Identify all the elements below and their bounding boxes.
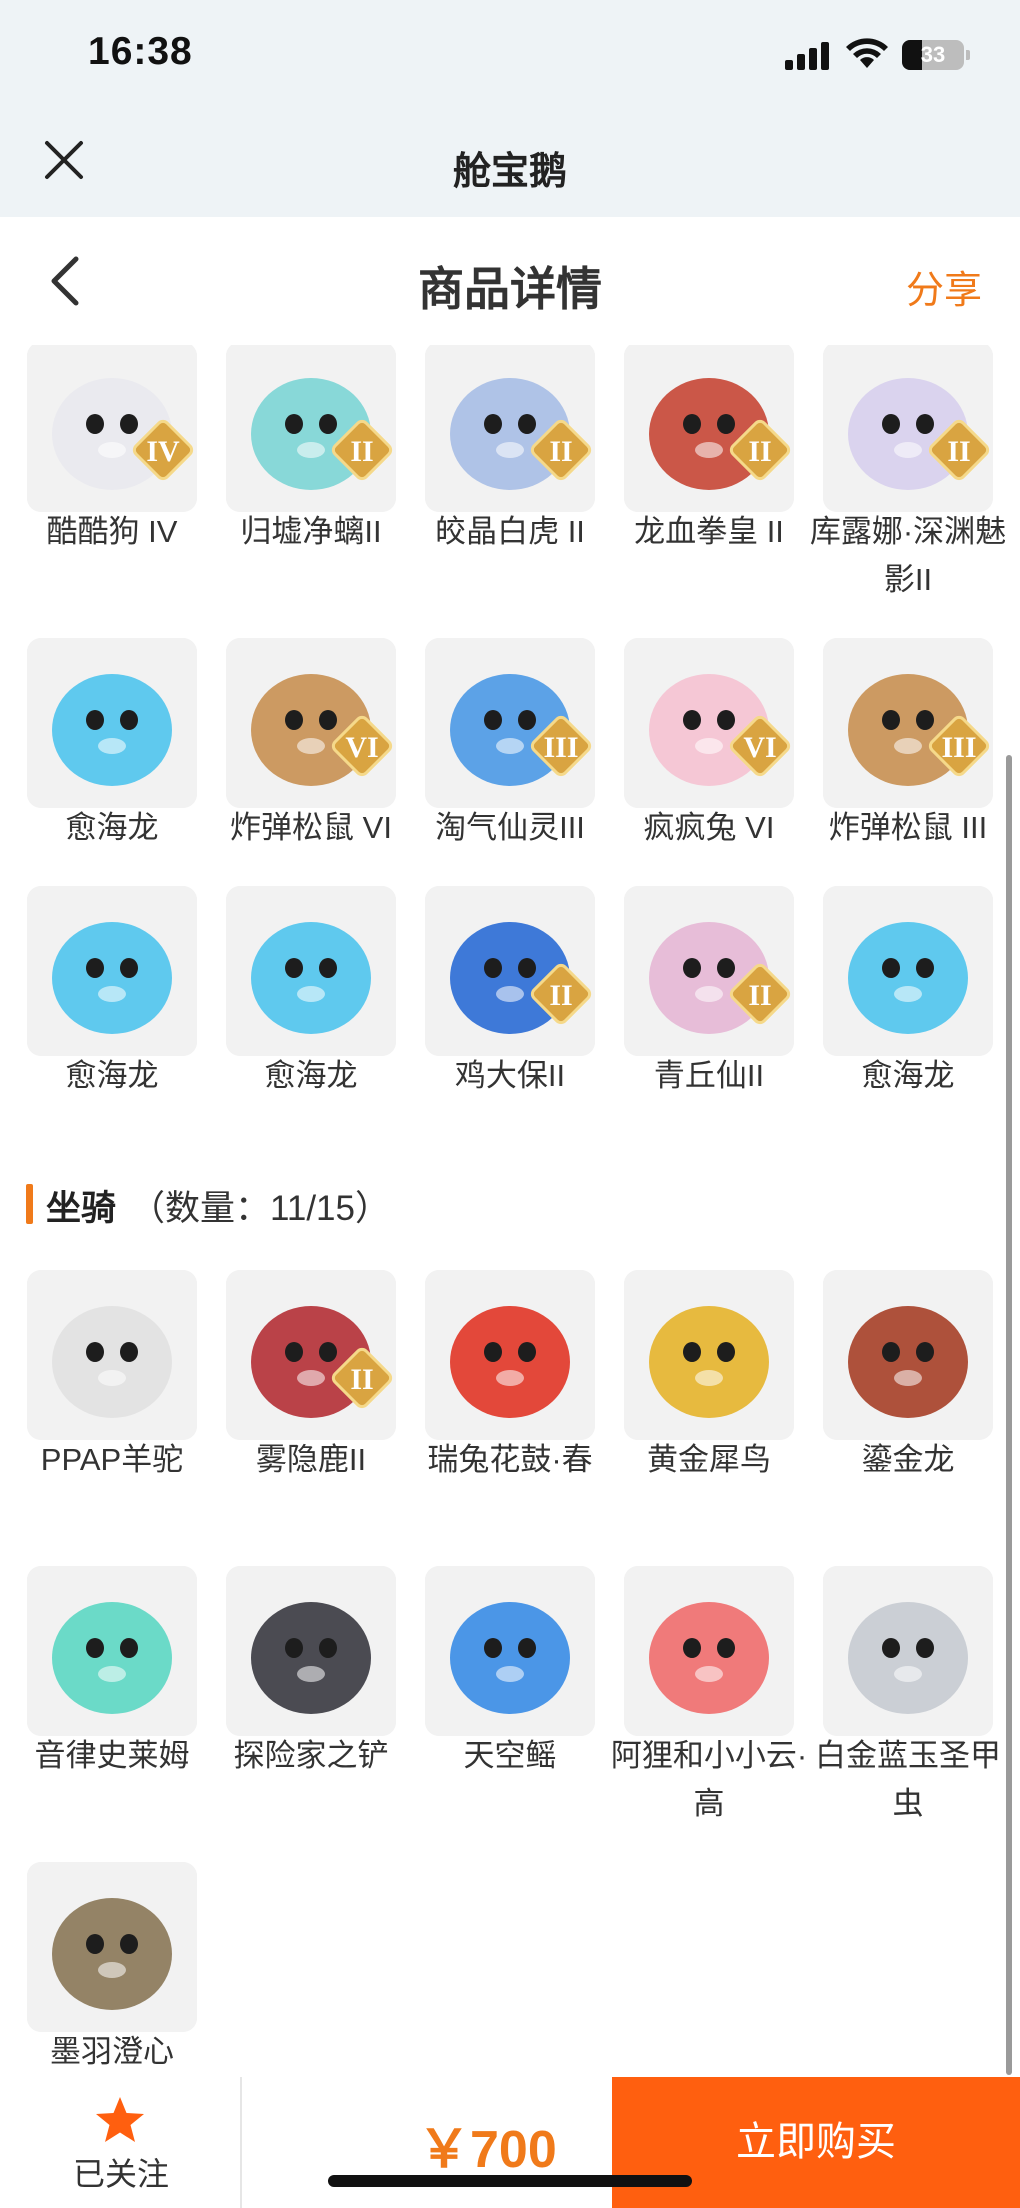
pet-item-name: 淘气仙灵III <box>435 810 585 845</box>
pet-item-name: 皎晶白虎 II <box>435 514 585 549</box>
svg-text:III: III <box>543 731 578 764</box>
follow-label: 已关注 <box>72 2156 169 2192</box>
white-tiger-icon: II <box>425 345 595 512</box>
pet-item-name: 库露娜·深渊魅影II <box>809 514 1007 597</box>
squirrel-icon: VI <box>226 638 396 808</box>
svg-text:II: II <box>350 435 373 468</box>
pink-rabbit-icon: VI <box>624 638 794 808</box>
gold-dragon-icon <box>823 1270 993 1440</box>
blue-puppy-icon: III <box>425 638 595 808</box>
mount-item-name: 天空鳐 <box>463 1738 557 1773</box>
mount-item-name: 鎏金龙 <box>861 1442 955 1477</box>
mount-item-name: 探险家之铲 <box>233 1738 389 1773</box>
sea-dragon-icon <box>226 886 396 1056</box>
slime-icon <box>27 1566 197 1736</box>
red-deer-icon: II <box>226 1270 396 1440</box>
star-icon <box>96 2097 144 2142</box>
svg-text:II: II <box>748 979 771 1012</box>
pet-item-name: 炸弹松鼠 III <box>828 810 988 845</box>
item-list: IV 酷酷狗 IV II 归墟净螭II II 皎晶白虎 II II 龙血拳皇 I… <box>0 345 1020 2077</box>
mount-item-name: 瑞兔花鼓·春 <box>427 1442 593 1477</box>
miniapp-title: 舱宝鹅 <box>452 151 567 193</box>
wifi-icon <box>846 38 888 68</box>
mount-item-name: 白金蓝玉圣甲虫 <box>815 1738 1001 1821</box>
mount-item-name: 阿狸和小小云·高 <box>610 1738 808 1821</box>
pet-item-name: 愈海龙 <box>65 810 159 845</box>
section-count: （数量：11/15） <box>130 1189 390 1228</box>
nav-header: 商品详情 分享 <box>0 217 1020 345</box>
pet-item-name: 鸡大保II <box>454 1058 566 1093</box>
pale-girl-icon: II <box>823 345 993 512</box>
red-drum-icon <box>425 1270 595 1440</box>
svg-text:III: III <box>941 731 976 764</box>
fox-cloud-icon <box>624 1566 794 1736</box>
svg-text:II: II <box>549 979 572 1012</box>
alpaca-sunglasses-icon <box>27 1270 197 1440</box>
shovel-icon <box>226 1566 396 1736</box>
svg-text:VI: VI <box>345 731 378 764</box>
pet-item-name: 疯疯兔 VI <box>643 810 775 845</box>
fox-girl-icon: II <box>624 886 794 1056</box>
mount-item-name: PPAP羊驼 <box>40 1442 184 1477</box>
mount-item-name: 黄金犀鸟 <box>647 1442 771 1477</box>
svg-text:II: II <box>748 435 771 468</box>
section-title: 坐骑 <box>46 1189 117 1228</box>
red-demon-icon: II <box>624 345 794 512</box>
home-indicator <box>328 2175 692 2187</box>
squirrel-icon: III <box>823 638 993 808</box>
svg-text:II: II <box>350 1363 373 1396</box>
svg-text:II: II <box>947 435 970 468</box>
battery-icon: 33 <box>902 40 970 70</box>
page-title: 商品详情 <box>418 263 602 315</box>
pet-item-name: 愈海龙 <box>861 1058 955 1093</box>
section-accent-bar <box>26 1184 33 1224</box>
share-button[interactable]: 分享 <box>906 259 982 314</box>
cellular-signal-icon <box>785 42 831 70</box>
pet-item-name: 炸弹松鼠 VI <box>230 810 392 845</box>
status-time: 16:38 <box>88 30 193 73</box>
svg-text:VI: VI <box>743 731 776 764</box>
mount-item-name: 音律史莱姆 <box>34 1738 190 1773</box>
battery-percent: 33 <box>920 42 946 67</box>
pet-item-name: 青丘仙II <box>653 1058 765 1093</box>
top-area: 16:38 33 舱宝鹅 <box>0 0 1020 217</box>
pet-item-name: 愈海龙 <box>65 1058 159 1093</box>
sea-dragon-icon <box>823 886 993 1056</box>
pet-item-name: 归墟净螭II <box>240 514 382 549</box>
svg-text:II: II <box>549 435 572 468</box>
miniapp-bar: 舱宝鹅 <box>0 110 1020 217</box>
feather-staff-icon <box>27 1862 197 2032</box>
sky-ray-icon <box>425 1566 595 1736</box>
pet-item-name: 愈海龙 <box>264 1058 358 1093</box>
svg-text:IV: IV <box>146 435 180 468</box>
buy-now-button[interactable]: 立即购买 <box>612 2077 1020 2208</box>
follow-button[interactable]: 已关注 <box>0 2077 242 2208</box>
scrollbar[interactable] <box>1006 755 1012 2075</box>
pet-item-name: 酷酷狗 IV <box>46 514 178 549</box>
ice-dragon-icon: II <box>226 345 396 512</box>
status-bar: 16:38 33 <box>0 0 1020 110</box>
white-bear-goggles-icon: IV <box>27 345 197 512</box>
sea-dragon-icon <box>27 886 197 1056</box>
sea-dragon-icon <box>27 638 197 808</box>
hornbill-icon <box>624 1270 794 1440</box>
mount-item-name: 墨羽澄心 <box>50 2034 174 2069</box>
blue-bird-sunglasses-icon: II <box>425 886 595 1056</box>
pet-item-name: 龙血拳皇 II <box>634 514 784 549</box>
beetle-icon <box>823 1566 993 1736</box>
price: ￥700 <box>418 2121 557 2179</box>
bottom-bar: 已关注 ￥700 立即购买 <box>0 2077 1020 2208</box>
mount-item-name: 雾隐鹿II <box>255 1442 367 1477</box>
